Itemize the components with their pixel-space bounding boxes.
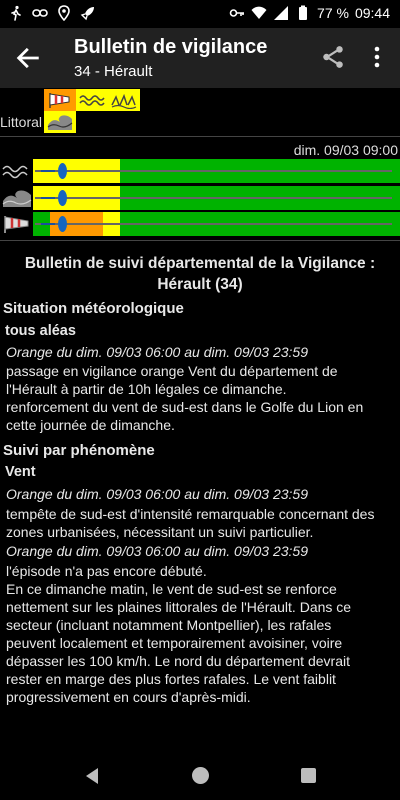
surf-waves-icon [111,93,137,109]
paragraph-line: l'Hérault à partir de 10h légales ce dim… [6,381,287,397]
timeline-track [33,186,400,210]
paragraph-line: dépasser les 100 km/h. Le nord du départ… [6,653,350,669]
timeline-row-wind[interactable] [0,212,400,236]
wifi-icon [251,6,267,19]
paragraph-line: passage en vigilance orange Vent du dépa… [6,363,338,379]
tous-aleas-text: passage en vigilance orange Vent du dépa… [6,362,396,434]
waves-icon [2,165,28,179]
nav-recents-icon[interactable] [301,768,316,783]
littoral-label: Littoral [0,114,43,130]
paragraph-line: renforcement du vent de sud-est dans le … [6,399,364,415]
timeline-axis-line [35,223,392,225]
situation-heading: Situation météorologique [3,300,184,317]
location-icon [58,5,70,21]
timeline-axis-line [35,197,392,199]
nav-back-icon[interactable] [82,766,102,786]
paragraph-line: En ce dimanche matin, le vent de sud-est… [6,581,337,597]
status-bar: 77 % 09:44 [0,0,400,28]
paragraph-line: rester en marge des plus fortes rafales.… [6,671,336,687]
tous-aleas-heading: tous aléas [5,323,76,339]
current-time-dash [41,170,55,172]
clock: 09:44 [354,5,390,21]
timeline-row-coastal[interactable] [0,186,400,210]
divider [0,136,400,137]
vigilance-icons [44,89,140,111]
coastal-wave-icon [2,190,32,207]
coastal-wave-icon [47,115,73,130]
wind-sock-icon [49,93,70,108]
current-time-dash [41,223,55,225]
page-title: Bulletin de vigilance [74,36,268,58]
vent-period: Orange du dim. 09/03 06:00 au dim. 09/03… [6,486,308,502]
current-time-dash [41,197,55,199]
current-time-marker [58,190,67,206]
paragraph-line: cette journée de dimanche. [6,417,175,433]
paragraph-line: progressivement en cours d'après-midi. [6,689,251,705]
link-icon [32,9,48,17]
timeline-track [33,159,400,183]
bulletin-title: Bulletin de suivi départemental de la Vi… [0,253,400,295]
navigation-bar [0,752,400,800]
more-options-icon[interactable] [366,44,388,70]
paragraph-line: l'épisode n'a pas encore débuté. [6,563,207,579]
key-icon [229,9,245,17]
tous-aleas-period: Orange du dim. 09/03 06:00 au dim. 09/03… [6,344,308,360]
vent-period: Orange du dim. 09/03 06:00 au dim. 09/03… [6,543,308,559]
paragraph-line: zones urbanisées, nécessitant un suivi p… [6,524,314,540]
walk-icon [11,5,21,21]
vent-heading: Vent [5,464,36,480]
timeline-axis-line [35,170,392,172]
divider [0,240,400,241]
paragraph-line: secteur (incluant notamment Montpellier)… [6,617,332,633]
app-bar: Bulletin de vigilance 34 - Hérault [0,28,400,88]
timeline-row-waves[interactable] [0,159,400,183]
surf-vigilance-cell[interactable] [108,89,140,111]
timeline-date: dim. 09/03 09:00 [293,142,398,158]
rocket-icon [80,7,94,21]
timeline-track [33,212,400,236]
paragraph-line: peuvent localement et temporairement avo… [6,635,343,651]
page-subtitle: 34 - Hérault [74,63,153,80]
wind-vigilance-cell[interactable] [44,89,76,111]
back-arrow-icon[interactable] [14,44,42,72]
current-time-marker [58,216,67,232]
vent-text: l'épisode n'a pas encore débuté. En ce d… [6,562,396,706]
waves-vigilance-cell[interactable] [76,89,108,111]
bulletin-title-line: Bulletin de suivi départemental de la Vi… [24,255,376,272]
bulletin-title-line: Hérault (34) [157,276,243,293]
littoral-vigilance-cell[interactable] [44,111,76,133]
paragraph-line: tempête de sud-est d'intensité remarquab… [6,506,375,522]
paragraph-line: nettement sur les plaines littorales de … [6,599,352,615]
nav-home-icon[interactable] [192,767,209,784]
suivi-heading: Suivi par phénomène [3,442,155,459]
battery-icon [299,5,308,20]
waves-icon [79,95,105,106]
vent-text: tempête de sud-est d'intensité remarquab… [6,505,396,541]
share-icon[interactable] [320,44,346,70]
wind-sock-icon [4,216,29,233]
current-time-marker [58,163,67,179]
battery-level: 77 % [317,5,349,21]
signal-icon [274,6,289,20]
